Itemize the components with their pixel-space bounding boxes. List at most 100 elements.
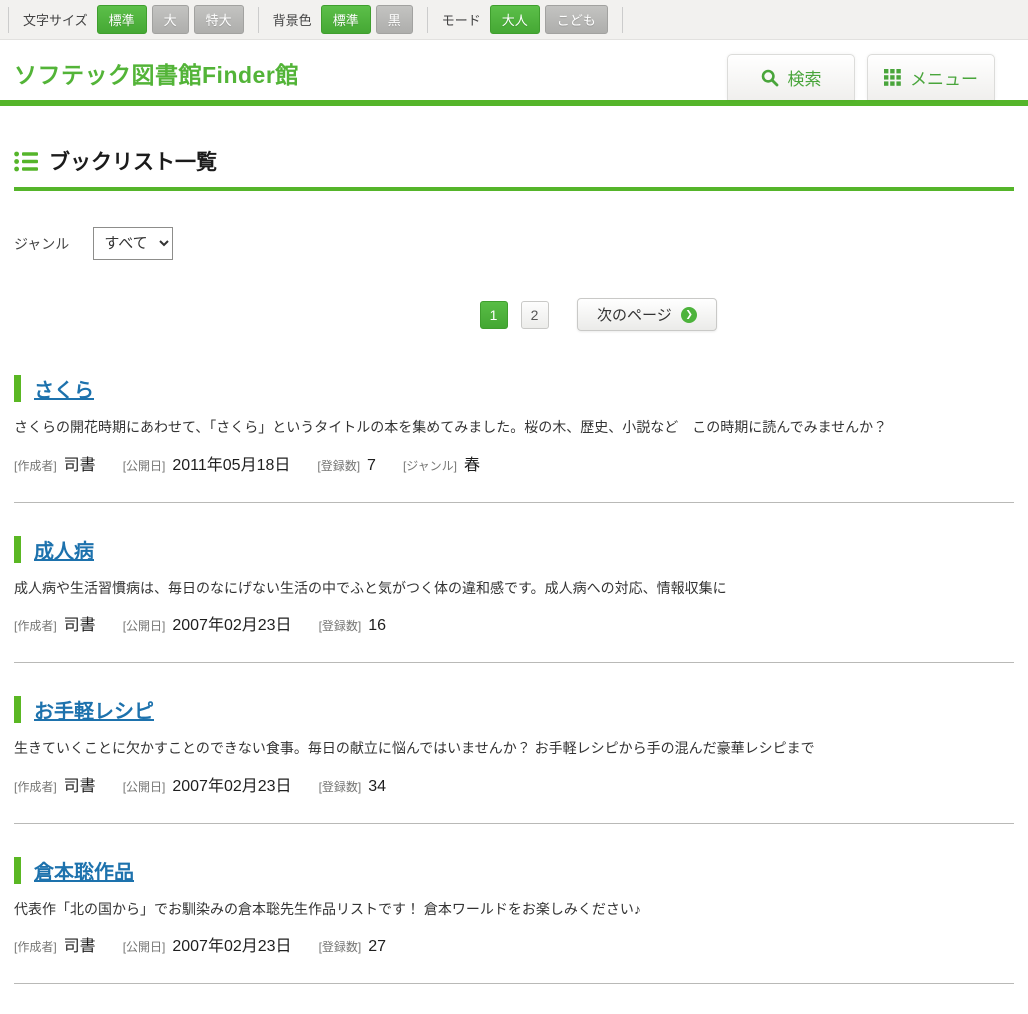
main-content: ブックリスト一覧 ジャンル すべて 12 次のページ ❯ さくら さくらの開花時… — [0, 146, 1028, 1014]
book-meta-row: [作成者] 司書 [公開日] 2007年02月23日 [登録数] 27 — [14, 932, 1014, 956]
bg-color-group: 背景色 標準黒 — [261, 5, 425, 34]
meta-label: [作成者] — [14, 778, 57, 795]
meta-pair: [公開日] 2007年02月23日 — [123, 772, 292, 796]
meta-label: [登録数] — [319, 938, 362, 955]
search-button-label: 検索 — [788, 65, 822, 90]
meta-pair: [公開日] 2007年02月23日 — [123, 932, 292, 956]
meta-value: 2007年02月23日 — [172, 611, 291, 635]
genre-select[interactable]: すべて — [93, 227, 173, 260]
next-page-button[interactable]: 次のページ ❯ — [577, 298, 717, 331]
book-meta-row: [作成者] 司書 [公開日] 2011年05月18日 [登録数] 7 [ジャンル] 春 — [14, 451, 1014, 475]
meta-label: [登録数] — [317, 457, 360, 474]
toolbar-option-標準[interactable]: 標準 — [97, 5, 147, 34]
font-size-group: 文字サイズ 標準大特大 — [11, 5, 256, 34]
accent-bar — [14, 536, 21, 563]
meta-pair: [作成者] 司書 — [14, 611, 96, 635]
book-description: さくらの開花時期にあわせて、「さくら」というタイトルの本を集めてみました。桜の木… — [14, 418, 1014, 438]
meta-value: 34 — [368, 778, 386, 796]
meta-value: 27 — [368, 938, 386, 956]
meta-value: 2011年05月18日 — [172, 451, 290, 475]
meta-value: 2007年02月23日 — [172, 932, 291, 956]
meta-pair: [作成者] 司書 — [14, 451, 96, 475]
book-meta-row: [作成者] 司書 [公開日] 2007年02月23日 [登録数] 16 — [14, 611, 1014, 635]
toolbar-option-黒[interactable]: 黒 — [376, 5, 413, 34]
site-title: ソフテック図書館Finder館 — [14, 56, 299, 90]
meta-label: [公開日] — [123, 778, 166, 795]
toolbar-option-大人[interactable]: 大人 — [490, 5, 540, 34]
page-number-2[interactable]: 2 — [521, 301, 549, 329]
search-icon — [761, 69, 779, 87]
meta-label: [公開日] — [123, 938, 166, 955]
book-title-link[interactable]: お手軽レシピ — [34, 695, 154, 724]
accessibility-toolbar: 文字サイズ 標準大特大 背景色 標準黒 モード 大人こども — [0, 0, 1028, 40]
genre-filter-row: ジャンル すべて — [14, 227, 1014, 260]
bg-color-label: 背景色 — [273, 10, 312, 29]
book-meta-row: [作成者] 司書 [公開日] 2007年02月23日 [登録数] 34 — [14, 772, 1014, 796]
meta-label: [作成者] — [14, 457, 57, 474]
book-title-link[interactable]: 成人病 — [34, 535, 94, 564]
meta-value: 春 — [464, 451, 480, 475]
accent-bar — [14, 375, 21, 402]
meta-label: [作成者] — [14, 938, 57, 955]
meta-pair: [公開日] 2011年05月18日 — [123, 451, 291, 475]
page-title: ブックリスト一覧 — [49, 146, 217, 176]
meta-pair: [登録数] 27 — [319, 938, 386, 956]
page-number-list: 12 — [14, 298, 1014, 329]
toolbar-option-こども[interactable]: こども — [545, 5, 608, 34]
book-title-row: さくら — [14, 374, 1014, 403]
book-list-item: さくら さくらの開花時期にあわせて、「さくら」というタイトルの本を集めてみました… — [14, 342, 1014, 503]
meta-pair: [登録数] 7 — [317, 457, 376, 475]
book-list: さくら さくらの開花時期にあわせて、「さくら」というタイトルの本を集めてみました… — [14, 342, 1014, 984]
book-list-item: 成人病 成人病や生活習慣病は、毎日のなにげない生活の中でふと気がつく体の違和感で… — [14, 503, 1014, 664]
meta-value: 司書 — [64, 451, 96, 475]
mode-group: モード 大人こども — [430, 5, 620, 34]
accent-bar — [14, 696, 21, 723]
list-icon — [14, 151, 38, 172]
meta-label: [公開日] — [123, 457, 166, 474]
toolbar-option-特大[interactable]: 特大 — [194, 5, 244, 34]
font-size-label: 文字サイズ — [23, 10, 88, 29]
meta-pair: [登録数] 16 — [319, 617, 386, 635]
page-title-bar: ブックリスト一覧 — [14, 146, 1014, 191]
book-title-row: 倉本聡作品 — [14, 856, 1014, 885]
meta-label: [ジャンル] — [403, 457, 457, 474]
meta-pair: [登録数] 34 — [319, 778, 386, 796]
pagination: 12 次のページ ❯ — [14, 298, 1014, 332]
book-description: 生きていくことに欠かすことのできない食事。毎日の献立に悩んではいませんか？ お手… — [14, 739, 1014, 759]
accent-bar — [14, 857, 21, 884]
meta-value: 司書 — [64, 611, 96, 635]
page-number-1[interactable]: 1 — [480, 301, 508, 329]
meta-value: 司書 — [64, 932, 96, 956]
menu-button[interactable]: メニュー — [867, 54, 995, 100]
meta-value: 16 — [368, 617, 386, 635]
meta-label: [作成者] — [14, 617, 57, 634]
chevron-right-icon: ❯ — [681, 307, 697, 323]
meta-pair: [ジャンル] 春 — [403, 451, 480, 475]
site-header: ソフテック図書館Finder館 検索 メニュー — [0, 40, 1028, 106]
meta-pair: [作成者] 司書 — [14, 932, 96, 956]
book-list-item: お手軽レシピ 生きていくことに欠かすことのできない食事。毎日の献立に悩んではいま… — [14, 663, 1014, 824]
divider — [8, 7, 9, 33]
meta-label: [登録数] — [319, 778, 362, 795]
meta-pair: [公開日] 2007年02月23日 — [123, 611, 292, 635]
book-list-item: 倉本聡作品 代表作「北の国から」でお馴染みの倉本聡先生作品リストです！ 倉本ワー… — [14, 824, 1014, 985]
divider — [258, 7, 259, 33]
book-title-link[interactable]: さくら — [34, 374, 94, 403]
book-title-row: 成人病 — [14, 535, 1014, 564]
book-title-row: お手軽レシピ — [14, 695, 1014, 724]
meta-value: 7 — [367, 457, 376, 475]
header-tabs: 検索 メニュー — [727, 54, 995, 100]
search-button[interactable]: 検索 — [727, 54, 855, 100]
meta-label: [登録数] — [319, 617, 362, 634]
toolbar-option-大[interactable]: 大 — [152, 5, 189, 34]
meta-value: 2007年02月23日 — [172, 772, 291, 796]
meta-label: [公開日] — [123, 617, 166, 634]
toolbar-option-標準[interactable]: 標準 — [321, 5, 371, 34]
divider — [622, 7, 623, 33]
meta-value: 司書 — [64, 772, 96, 796]
menu-button-label: メニュー — [910, 65, 978, 90]
mode-label: モード — [442, 10, 481, 29]
meta-pair: [作成者] 司書 — [14, 772, 96, 796]
next-page-label: 次のページ — [597, 304, 672, 325]
book-title-link[interactable]: 倉本聡作品 — [34, 856, 134, 885]
